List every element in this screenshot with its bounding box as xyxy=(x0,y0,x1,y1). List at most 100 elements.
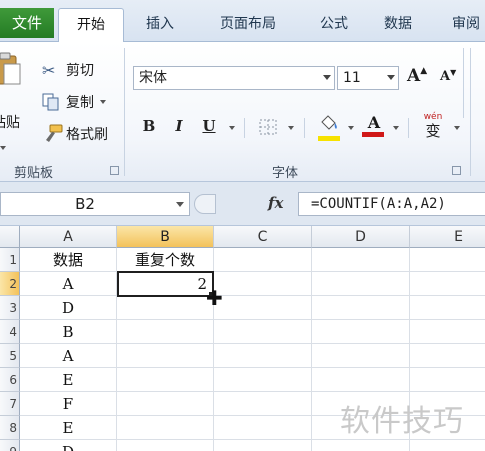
copy-button[interactable]: 复制 xyxy=(40,90,106,114)
tab-file[interactable]: 文件 xyxy=(0,8,54,38)
font-dialog-launcher-icon[interactable] xyxy=(452,166,461,175)
font-name-dropdown-icon[interactable] xyxy=(323,75,331,80)
cell[interactable] xyxy=(312,296,410,320)
cell[interactable] xyxy=(214,272,312,296)
name-box[interactable]: B2 xyxy=(0,192,190,216)
row-header[interactable]: 1 xyxy=(0,248,20,272)
cell[interactable] xyxy=(410,344,485,368)
caret-up-icon: ▲ xyxy=(420,66,428,76)
cell[interactable] xyxy=(214,440,312,451)
formula-bar-splitter[interactable] xyxy=(194,194,216,214)
italic-button[interactable]: I xyxy=(168,116,190,136)
font-size-dropdown-icon[interactable] xyxy=(387,75,395,80)
cell[interactable] xyxy=(410,320,485,344)
column-header-b[interactable]: B xyxy=(117,226,214,248)
copy-dropdown-icon[interactable] xyxy=(100,100,106,104)
cell[interactable] xyxy=(117,344,214,368)
row-header[interactable]: 2 xyxy=(0,272,20,296)
cell[interactable] xyxy=(214,368,312,392)
bold-button[interactable]: B xyxy=(138,116,160,136)
cell[interactable]: D xyxy=(20,440,117,451)
divider xyxy=(244,118,245,138)
cell[interactable] xyxy=(214,248,312,272)
font-color-dropdown-icon[interactable] xyxy=(393,126,399,130)
cell[interactable]: B xyxy=(20,320,117,344)
grow-font-button[interactable]: A ▲ xyxy=(407,66,427,86)
cell[interactable] xyxy=(117,440,214,451)
row-header[interactable]: 9 xyxy=(0,440,20,451)
cell[interactable]: 重复个数 xyxy=(117,248,214,272)
insert-function-button[interactable]: fx xyxy=(268,194,283,212)
cell[interactable]: A xyxy=(20,272,117,296)
tab-review[interactable]: 审阅 xyxy=(436,8,485,42)
cell[interactable] xyxy=(312,440,410,451)
grow-font-label: A xyxy=(407,66,421,86)
cut-button[interactable]: ✂ 剪切 xyxy=(42,58,94,82)
cell[interactable] xyxy=(410,368,485,392)
paste-dropdown-icon[interactable] xyxy=(0,146,6,150)
select-all-corner[interactable] xyxy=(0,226,20,248)
cell[interactable] xyxy=(214,320,312,344)
borders-icon[interactable] xyxy=(258,118,278,136)
cell[interactable] xyxy=(410,296,485,320)
column-header-a[interactable]: A xyxy=(20,226,117,248)
cell[interactable]: A xyxy=(20,344,117,368)
cell[interactable] xyxy=(214,344,312,368)
name-box-dropdown-icon[interactable] xyxy=(176,202,184,207)
cell[interactable] xyxy=(214,296,312,320)
formula-input[interactable]: =COUNTIF(A:A,A2) xyxy=(298,192,485,216)
tab-data[interactable]: 数据 xyxy=(372,8,424,42)
cell[interactable] xyxy=(312,248,410,272)
font-name-combo[interactable]: 宋体 xyxy=(133,66,335,90)
phonetic-guide-dropdown-icon[interactable] xyxy=(454,126,460,130)
borders-dropdown-icon[interactable] xyxy=(288,126,294,130)
shrink-font-button[interactable]: A ▼ xyxy=(440,67,456,85)
cell[interactable]: F xyxy=(20,392,117,416)
row-header[interactable]: 7 xyxy=(0,392,20,416)
cell[interactable]: E xyxy=(20,368,117,392)
cell[interactable] xyxy=(410,272,485,296)
cell[interactable] xyxy=(117,296,214,320)
font-size-value: 11 xyxy=(343,70,361,86)
row-header[interactable]: 5 xyxy=(0,344,20,368)
cell[interactable]: D xyxy=(20,296,117,320)
font-color-button[interactable]: A xyxy=(362,114,386,140)
font-size-combo[interactable]: 11 xyxy=(337,66,399,90)
tab-home[interactable]: 开始 xyxy=(58,8,124,43)
row-header[interactable]: 4 xyxy=(0,320,20,344)
cell[interactable]: 数据 xyxy=(20,248,117,272)
cell[interactable] xyxy=(117,416,214,440)
tab-formulas[interactable]: 公式 xyxy=(308,8,360,42)
underline-dropdown-icon[interactable] xyxy=(229,126,235,130)
group-separator xyxy=(470,48,471,176)
column-header-d[interactable]: D xyxy=(312,226,410,248)
cell[interactable]: E xyxy=(20,416,117,440)
cell[interactable] xyxy=(117,392,214,416)
clipboard-dialog-launcher-icon[interactable] xyxy=(110,166,119,175)
format-painter-button[interactable]: 格式刷 xyxy=(40,122,108,146)
cell[interactable] xyxy=(312,344,410,368)
cell[interactable] xyxy=(117,368,214,392)
row-header[interactable]: 3 xyxy=(0,296,20,320)
cell[interactable] xyxy=(410,440,485,451)
cell[interactable] xyxy=(312,272,410,296)
row-header[interactable]: 6 xyxy=(0,368,20,392)
tab-page-layout[interactable]: 页面布局 xyxy=(200,8,296,42)
cell[interactable] xyxy=(214,392,312,416)
phonetic-guide-button[interactable]: wén 变 xyxy=(420,112,446,142)
column-header-e[interactable]: E xyxy=(410,226,485,248)
cell[interactable] xyxy=(312,368,410,392)
active-cell-border xyxy=(117,271,214,297)
fill-color-dropdown-icon[interactable] xyxy=(348,126,354,130)
fill-color-button[interactable] xyxy=(318,114,342,141)
cell[interactable] xyxy=(117,320,214,344)
cell[interactable] xyxy=(214,416,312,440)
underline-button[interactable]: U xyxy=(198,116,220,136)
paste-button[interactable]: 粘贴 xyxy=(0,52,26,152)
tab-insert[interactable]: 插入 xyxy=(132,8,188,42)
copy-icon xyxy=(42,93,59,111)
column-header-c[interactable]: C xyxy=(214,226,312,248)
cell[interactable] xyxy=(410,248,485,272)
row-header[interactable]: 8 xyxy=(0,416,20,440)
cell[interactable] xyxy=(312,320,410,344)
